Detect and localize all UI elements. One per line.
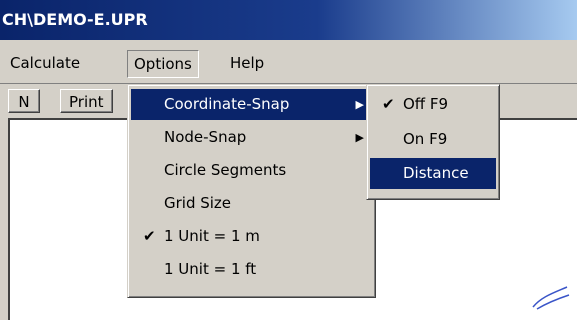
menu-item-label: 1 Unit = 1 ft bbox=[164, 260, 257, 278]
menu-item-circle-segments[interactable]: Circle Segments bbox=[131, 155, 372, 186]
n-button[interactable]: N bbox=[8, 89, 40, 113]
menu-bar: Calculate Options Help bbox=[0, 40, 577, 84]
menu-item-label: 1 Unit = 1 m bbox=[164, 227, 260, 245]
menu-item-label: Grid Size bbox=[164, 194, 232, 212]
menu-item-node-snap[interactable]: Node-Snap ▶ bbox=[131, 122, 372, 153]
print-button[interactable]: Print bbox=[60, 89, 113, 113]
menu-item-coordinate-snap[interactable]: Coordinate-Snap ▶ bbox=[131, 89, 372, 120]
menu-item-label: Off F9 bbox=[403, 95, 449, 113]
window-title: CH\DEMO-E.UPR bbox=[2, 10, 148, 29]
menu-calculate[interactable]: Calculate bbox=[4, 50, 86, 76]
submenu-item-distance[interactable]: Distance bbox=[370, 158, 496, 189]
submenu-item-on[interactable]: On F9 bbox=[370, 124, 496, 155]
drawing-stroke bbox=[532, 286, 570, 310]
menu-help[interactable]: Help bbox=[224, 50, 270, 76]
menu-item-label: Node-Snap bbox=[164, 128, 247, 146]
menu-item-unit-ft[interactable]: 1 Unit = 1 ft bbox=[131, 254, 372, 285]
checkmark-icon: ✔ bbox=[143, 227, 156, 245]
menu-item-unit-m[interactable]: ✔ 1 Unit = 1 m bbox=[131, 221, 372, 252]
menu-options[interactable]: Options bbox=[127, 50, 199, 78]
submenu-arrow-icon: ▶ bbox=[355, 98, 364, 111]
submenu-item-off[interactable]: ✔ Off F9 bbox=[370, 89, 496, 120]
menu-item-label: Circle Segments bbox=[164, 161, 287, 179]
title-bar: CH\DEMO-E.UPR bbox=[0, 0, 577, 40]
checkmark-icon: ✔ bbox=[382, 95, 395, 113]
submenu-arrow-icon: ▶ bbox=[355, 131, 364, 144]
menu-item-label: Coordinate-Snap bbox=[164, 95, 290, 113]
coordinate-snap-submenu: ✔ Off F9 On F9 Distance bbox=[366, 84, 500, 200]
menu-item-label: On F9 bbox=[403, 130, 448, 148]
menu-item-label: Distance bbox=[403, 164, 469, 182]
menu-item-grid-size[interactable]: Grid Size bbox=[131, 188, 372, 219]
options-menu: Coordinate-Snap ▶ Node-Snap ▶ Circle Seg… bbox=[127, 84, 376, 298]
